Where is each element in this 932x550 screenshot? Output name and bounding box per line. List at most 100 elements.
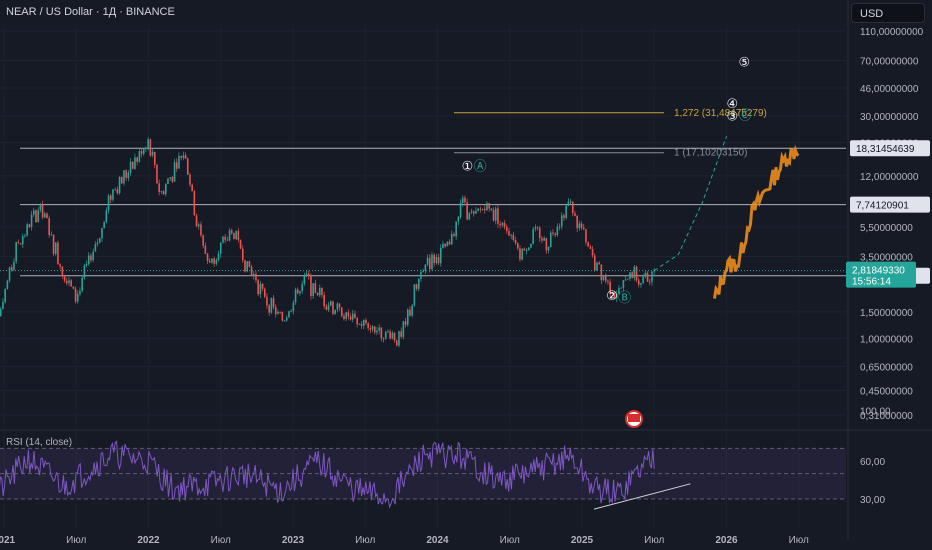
- x-tick-label: 2022: [137, 535, 160, 546]
- candle-body: [512, 234, 515, 241]
- candle-body: [24, 235, 26, 237]
- candle-body: [472, 211, 475, 214]
- candle-body: [153, 152, 156, 165]
- candle-body: [145, 148, 147, 149]
- candle-body: [81, 277, 83, 291]
- candle-body: [32, 210, 35, 215]
- candle-body: [171, 177, 174, 182]
- candle-body: [281, 312, 284, 321]
- candle-body: [391, 332, 394, 339]
- candle-body: [439, 247, 442, 264]
- candle-body: [567, 201, 570, 206]
- x-tick-label: Июл: [789, 535, 809, 546]
- candle-body: [543, 237, 545, 241]
- candle-body: [371, 326, 374, 330]
- candle-body: [63, 276, 66, 281]
- candle-body: [197, 224, 200, 227]
- candle-body: [475, 210, 477, 214]
- candle-body: [90, 255, 92, 261]
- rsi-tick-label: 30,00: [860, 495, 885, 506]
- candle-body: [490, 208, 493, 210]
- x-tick-label: Июл: [211, 535, 231, 546]
- candle-body: [596, 262, 598, 271]
- candle-body: [453, 234, 455, 237]
- candle-body: [85, 264, 88, 266]
- y-tick-label: 70,00000000: [860, 57, 919, 68]
- last-price-label: 2,81849330: [852, 266, 905, 277]
- candle-body: [446, 241, 449, 247]
- candle-body: [219, 242, 222, 254]
- candle-body: [107, 195, 110, 211]
- candle-body: [101, 228, 103, 239]
- candle-body: [525, 250, 528, 251]
- candle-body: [277, 311, 279, 315]
- candle-body: [149, 139, 152, 156]
- candle-body: [492, 209, 495, 221]
- candle-body: [21, 236, 24, 245]
- candle-body: [290, 311, 292, 312]
- candle-body: [534, 227, 537, 229]
- candle-body: [329, 301, 332, 306]
- rsi-tick-label: 100,00: [860, 406, 891, 417]
- candle-body: [633, 266, 636, 278]
- candle-body: [178, 155, 180, 169]
- currency-button[interactable]: USD: [851, 3, 925, 23]
- candle-body: [336, 303, 339, 310]
- candle-body: [292, 302, 295, 312]
- candle-body: [136, 157, 138, 162]
- countdown-label: 15:56:14: [852, 277, 891, 288]
- candle-body: [325, 306, 328, 310]
- candle-body: [50, 234, 53, 236]
- candle-body: [541, 238, 543, 241]
- candle-body: [125, 170, 127, 178]
- candle-body: [455, 221, 457, 237]
- chart-title: NEAR / US Dollar · 1Д · BINANCE: [6, 6, 175, 18]
- wave-label: Ⓑ: [618, 291, 631, 306]
- candle-body: [46, 213, 48, 219]
- candle-body: [556, 226, 559, 235]
- candle-body: [378, 327, 380, 331]
- y-tick-label: 46,00000000: [860, 84, 919, 95]
- candle-body: [151, 152, 154, 156]
- candle-body: [593, 255, 596, 271]
- candle-body: [578, 223, 581, 229]
- candle-body: [576, 215, 578, 229]
- chart-canvas[interactable]: 110,0000000070,0000000046,0000000030,000…: [0, 0, 932, 550]
- candle-body: [228, 230, 231, 241]
- candle-body: [354, 313, 356, 319]
- candle-body: [116, 189, 119, 194]
- candle-body: [479, 208, 482, 210]
- candle-body: [569, 201, 572, 203]
- candle-body: [466, 202, 468, 220]
- candle-body: [468, 212, 471, 220]
- candle-body: [384, 331, 387, 339]
- candle-body: [259, 283, 262, 295]
- candle-body: [2, 302, 4, 309]
- candle-body: [94, 244, 97, 252]
- candle-body: [68, 280, 70, 284]
- candle-body: [565, 205, 567, 218]
- candle-body: [39, 204, 42, 211]
- candle-body: [587, 242, 589, 247]
- candle-body: [233, 233, 235, 240]
- candle-body: [404, 321, 407, 325]
- y-tick-label: 110,00000000: [860, 27, 924, 38]
- candle-body: [646, 272, 649, 282]
- y-tick-label: 5,50000000: [860, 223, 913, 234]
- candle-body: [389, 331, 391, 339]
- wave-label: ①: [462, 160, 474, 175]
- candle-body: [208, 260, 211, 263]
- candle-body: [420, 271, 422, 279]
- candle-body: [202, 235, 204, 246]
- candle-body: [96, 242, 99, 245]
- candle-body: [279, 311, 281, 313]
- candle-body: [338, 303, 341, 308]
- candle-body: [620, 287, 622, 289]
- candle-body: [312, 283, 314, 296]
- candle-body: [230, 230, 233, 234]
- candle-body: [400, 331, 402, 337]
- candle-body: [629, 272, 631, 279]
- candle-body: [285, 317, 288, 321]
- candle-body: [195, 215, 198, 227]
- candle-body: [261, 283, 264, 289]
